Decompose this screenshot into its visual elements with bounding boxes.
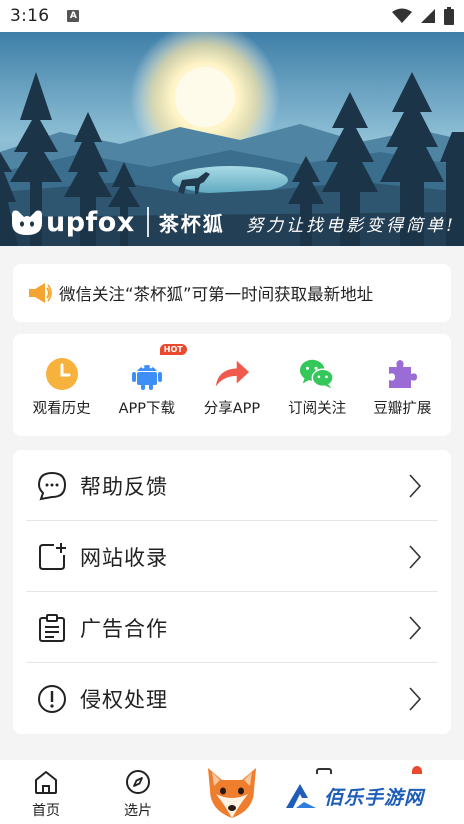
add-square-icon <box>36 541 68 573</box>
chevron-right-icon <box>409 544 422 569</box>
signal-icon <box>421 9 435 23</box>
quick-action-label: 豆瓣扩展 <box>373 401 432 417</box>
wechat-icon <box>299 356 335 392</box>
compass-icon <box>126 770 150 794</box>
fox-mascot-icon <box>208 768 256 818</box>
fox-head-icon <box>12 210 42 235</box>
nav-discover[interactable]: 选片 <box>108 768 168 820</box>
puzzle-icon <box>384 356 420 392</box>
quick-actions: 观看历史 HOT APP下载 分享APP 订阅关注 豆瓣扩展 <box>13 334 451 436</box>
menu-item-ad-cooperation[interactable]: 广告合作 <box>26 592 438 663</box>
quick-action-app-download[interactable]: HOT APP下载 <box>107 334 187 436</box>
brand-name: 茶杯狐 <box>158 211 225 236</box>
quick-action-subscribe[interactable]: 订阅关注 <box>277 334 357 436</box>
battery-icon <box>444 7 454 25</box>
chevron-right-icon <box>409 473 422 498</box>
bottom-navigation: 首页 选片 佰乐手游网 <box>0 760 464 824</box>
quick-action-label: 分享APP <box>203 401 261 417</box>
menu-item-infringement[interactable]: 侵权处理 <box>26 663 438 734</box>
chat-bubble-icon <box>36 470 68 502</box>
menu-item-site-submission[interactable]: 网站收录 <box>26 521 438 592</box>
megaphone-icon <box>29 283 52 303</box>
menu-item-label: 广告合作 <box>80 616 168 641</box>
settings-menu: 帮助反馈 网站收录 广告合作 侵权处理 <box>13 450 451 734</box>
nav-home-label: 首页 <box>32 803 60 819</box>
status-right <box>392 7 454 25</box>
watermark-text: 佰乐手游网 <box>324 786 425 809</box>
watermark-logo-icon <box>286 784 316 808</box>
brand-logo-text: upfox <box>46 206 135 238</box>
menu-item-label: 帮助反馈 <box>80 474 168 499</box>
quick-action-douban-extension[interactable]: 豆瓣扩展 <box>362 334 442 436</box>
quick-action-label: 观看历史 <box>32 401 91 417</box>
clipboard-icon <box>36 612 68 644</box>
watermark: 佰乐手游网 <box>284 782 424 810</box>
alert-circle-icon <box>36 683 68 715</box>
brand-logo: upfox 茶杯狐 <box>10 204 225 240</box>
quick-action-label: 订阅关注 <box>288 401 347 417</box>
quick-action-label: APP下载 <box>118 401 175 417</box>
menu-item-label: 侵权处理 <box>80 687 168 712</box>
menu-item-label: 网站收录 <box>80 545 168 570</box>
notice-text: 微信关注“茶杯狐”可第一时间获取最新地址 <box>59 285 374 304</box>
quick-action-share[interactable]: 分享APP <box>192 334 272 436</box>
wifi-icon <box>392 8 412 23</box>
notification-dot <box>412 766 422 774</box>
brand-divider <box>146 207 149 237</box>
quick-action-history[interactable]: 观看历史 <box>22 334 102 436</box>
menu-item-help-feedback[interactable]: 帮助反馈 <box>26 450 438 521</box>
nav-home[interactable]: 首页 <box>16 768 76 820</box>
notice-bar[interactable]: 微信关注“茶杯狐”可第一时间获取最新地址 <box>13 264 451 322</box>
clock-icon <box>44 356 80 392</box>
chevron-right-icon <box>409 686 422 711</box>
notification-a-icon: A <box>67 10 80 22</box>
hot-badge: HOT <box>159 344 187 355</box>
nav-discover-label: 选片 <box>124 803 152 819</box>
chevron-right-icon <box>409 615 422 640</box>
home-icon <box>35 771 57 794</box>
android-icon <box>129 356 165 392</box>
status-time: 3:16 <box>10 6 50 26</box>
banner-slogan: 努力让找电影变得简单! <box>246 216 456 236</box>
status-bar: 3:16 A <box>0 0 464 32</box>
partial-nav-icon <box>316 768 332 774</box>
share-arrow-icon <box>214 356 250 392</box>
